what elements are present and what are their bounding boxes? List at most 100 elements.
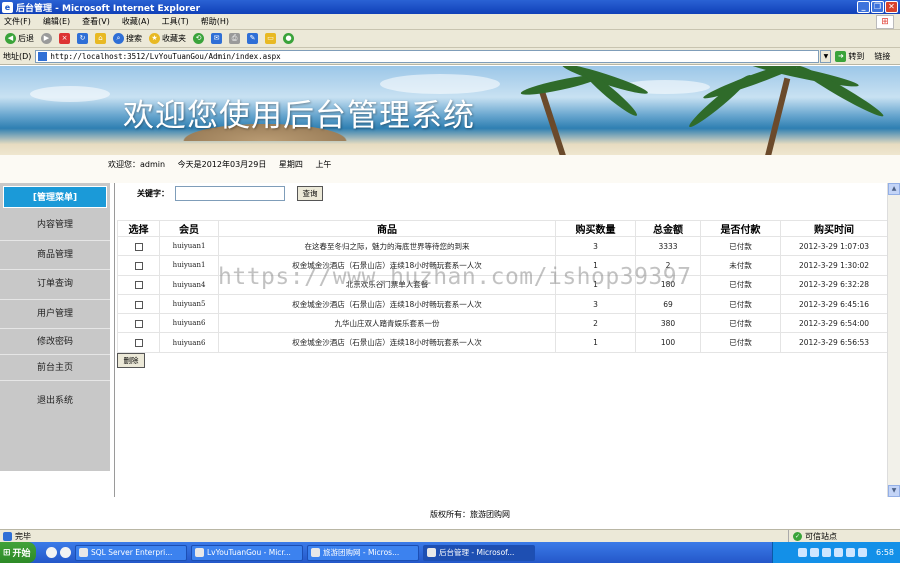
menu-tools[interactable]: 工具(T) — [162, 16, 189, 27]
tray-icon[interactable] — [846, 548, 856, 557]
sidebar-item-frontpage[interactable]: 前台主页 — [0, 355, 110, 381]
stop-button[interactable]: × — [57, 33, 72, 44]
scroll-down-icon[interactable]: ▼ — [888, 485, 900, 497]
menu-edit[interactable]: 编辑(E) — [43, 16, 70, 27]
row-checkbox[interactable] — [134, 300, 143, 309]
windows-flag-icon: ⊞ — [3, 547, 11, 558]
menu-view[interactable]: 查看(V) — [82, 16, 110, 27]
cell-quantity: 3 — [555, 235, 636, 257]
palm-frond — [686, 71, 754, 131]
table-row: huiyuan6 九华山庄双人踏青娱乐套系一份 2 380 已付款 2012-3… — [117, 313, 888, 334]
search-form: 关键字： 查询 — [137, 186, 323, 201]
row-checkbox[interactable] — [134, 261, 143, 270]
welcome-period: 上午 — [315, 160, 332, 169]
restore-button[interactable]: ❐ — [871, 1, 884, 13]
tray-icon[interactable] — [834, 548, 844, 557]
cell-total: 100 — [635, 332, 701, 353]
system-tray: 6:58 — [772, 542, 900, 563]
row-checkbox[interactable] — [134, 242, 143, 251]
col-paid: 是否付款 — [700, 220, 781, 237]
stop-icon: × — [59, 33, 70, 44]
zone-label: 可信站点 — [805, 532, 837, 541]
row-checkbox[interactable] — [134, 339, 143, 348]
tray-icon[interactable] — [810, 548, 820, 557]
tray-icon[interactable] — [858, 548, 868, 557]
address-input[interactable]: http://localhost:3512/LvYouTuanGou/Admin… — [35, 49, 820, 63]
search-button[interactable]: ⌕ 搜索 — [111, 33, 144, 44]
cell-member: huiyuan1 — [159, 235, 219, 257]
app-icon — [311, 548, 320, 557]
sidebar-item-products[interactable]: 商品管理 — [0, 241, 110, 270]
task-tourism-site[interactable]: 旅游团购网 - Micros... — [307, 544, 419, 561]
refresh-button[interactable]: ↻ — [75, 33, 90, 44]
tray-icon[interactable] — [822, 548, 832, 557]
go-button[interactable]: ➜ 转到 — [835, 50, 864, 62]
query-button[interactable]: 查询 — [297, 186, 323, 201]
col-quantity: 购买数量 — [555, 220, 636, 237]
cell-member: huiyuan5 — [159, 293, 219, 315]
address-dropdown-button[interactable]: ▼ — [820, 49, 832, 63]
edit-button[interactable]: ✎ — [245, 33, 260, 44]
print-button[interactable]: ⎙ — [227, 33, 242, 44]
col-total: 总金额 — [635, 220, 701, 237]
delete-button[interactable]: 删除 — [117, 353, 145, 368]
tray-icon[interactable] — [798, 548, 808, 557]
messenger-icon: ● — [283, 33, 294, 44]
favorites-button[interactable]: ★ 收藏夹 — [147, 33, 188, 44]
keyword-input[interactable] — [175, 186, 285, 201]
vertical-scrollbar[interactable]: ▲ ▼ — [887, 183, 900, 497]
star-icon: ★ — [149, 33, 160, 44]
cell-total: 3333 — [635, 235, 701, 257]
cell-total: 380 — [635, 313, 701, 334]
print-icon: ⎙ — [229, 33, 240, 44]
row-checkbox[interactable] — [134, 281, 143, 290]
cell-quantity: 3 — [555, 293, 636, 315]
page-icon — [38, 51, 48, 61]
col-select: 选择 — [117, 220, 160, 237]
back-button[interactable]: ◀ 后退 — [3, 33, 36, 44]
start-button[interactable]: ⊞ 开始 — [0, 542, 36, 563]
menu-favorites[interactable]: 收藏(A) — [122, 16, 150, 27]
table-row: huiyuan1 在这春至冬归之际，魅力的海底世界等待您的到来 3 3333 已… — [117, 235, 888, 257]
folder-icon: ▭ — [265, 33, 276, 44]
window-controls: _ ❐ ✕ — [857, 1, 898, 13]
cell-time: 2012-3-29 6:45:16 — [780, 293, 888, 315]
messenger-button[interactable]: ● — [281, 33, 296, 44]
scroll-up-icon[interactable]: ▲ — [888, 183, 900, 195]
window-titlebar: e 后台管理 - Microsoft Internet Explorer _ ❐… — [0, 0, 900, 14]
palm-trunk — [538, 88, 566, 155]
sidebar-item-content[interactable]: 内容管理 — [0, 211, 110, 241]
sidebar-item-users[interactable]: 用户管理 — [0, 300, 110, 329]
history-button[interactable]: ⟲ — [191, 33, 206, 44]
quick-launch — [46, 547, 71, 558]
ie-quicklaunch-icon[interactable] — [46, 547, 57, 558]
watermark-text: https://www.huzhan.com/ishop39397 — [218, 264, 692, 290]
sidebar-item-password[interactable]: 修改密码 — [0, 329, 110, 355]
mail-button[interactable]: ✉ — [209, 33, 224, 44]
edit-icon: ✎ — [247, 33, 258, 44]
menu-file[interactable]: 文件(F) — [4, 16, 31, 27]
task-admin[interactable]: 后台管理 - Microsof... — [423, 544, 535, 561]
sidebar-item-logout[interactable]: 退出系统 — [0, 381, 110, 421]
minimize-button[interactable]: _ — [857, 1, 870, 13]
mail-icon: ✉ — [211, 33, 222, 44]
trusted-check-icon: ✓ — [793, 532, 802, 541]
folder-button[interactable]: ▭ — [263, 33, 278, 44]
menu-help[interactable]: 帮助(H) — [201, 16, 229, 27]
page-status-icon — [3, 531, 12, 541]
close-button[interactable]: ✕ — [885, 1, 898, 13]
cell-time: 2012-3-29 1:07:03 — [780, 235, 888, 257]
links-button[interactable]: 链接 — [874, 51, 890, 62]
col-member: 会员 — [159, 220, 219, 237]
back-label: 后退 — [18, 34, 34, 43]
sidebar-item-orders[interactable]: 订单查询 — [0, 270, 110, 300]
back-arrow-icon: ◀ — [5, 33, 16, 44]
forward-button[interactable]: ▶ — [39, 33, 54, 44]
task-sqlserver[interactable]: SQL Server Enterpri... — [75, 544, 187, 561]
desktop-quicklaunch-icon[interactable] — [60, 547, 71, 558]
browser-toolbar: ◀ 后退 ▶ × ↻ ⌂ ⌕ 搜索 ★ 收藏夹 ⟲ ✉ ⎙ ✎ ▭ ● — [0, 30, 900, 48]
cell-time: 2012-3-29 1:30:02 — [780, 255, 888, 276]
task-lvyoutuangou[interactable]: LvYouTuanGou - Micr... — [191, 544, 303, 561]
row-checkbox[interactable] — [134, 319, 143, 328]
home-button[interactable]: ⌂ — [93, 33, 108, 44]
